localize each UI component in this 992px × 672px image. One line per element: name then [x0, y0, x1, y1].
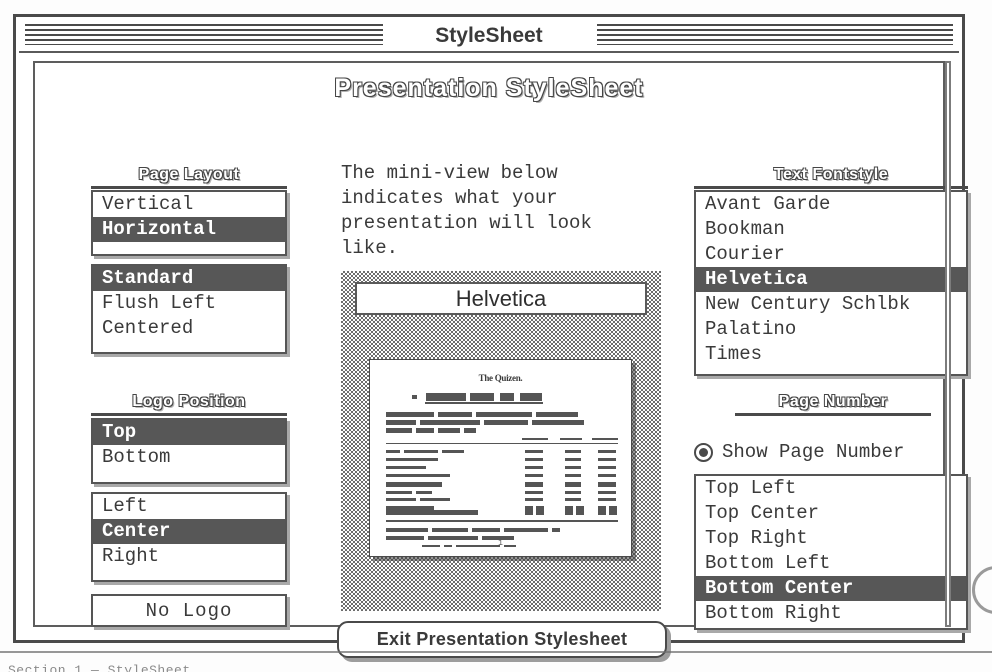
list-item[interactable]: Bookman [696, 217, 966, 242]
section-header-page-layout: Page Layout [91, 166, 287, 189]
list-item[interactable]: New Century Schlbk [696, 292, 966, 317]
section-header-page-number: Page Number [735, 393, 931, 416]
font-sample-label: Helvetica [355, 282, 647, 315]
list-item[interactable]: Helvetica [696, 267, 966, 292]
list-item[interactable]: Right [93, 544, 285, 569]
list-item[interactable]: Bottom Right [696, 601, 966, 626]
dialog-content-frame: Presentation StyleSheet Page Layout Vert… [33, 61, 968, 658]
list-item[interactable]: Center [93, 519, 285, 544]
list-item[interactable]: Avant Garde [696, 192, 966, 217]
section-header-logo-position: Logo Position [91, 393, 287, 416]
list-item[interactable]: Palatino [696, 317, 966, 342]
window-titlebar[interactable]: StyleSheet [19, 20, 959, 53]
list-item[interactable]: Courier [696, 242, 966, 267]
list-item[interactable]: Vertical [93, 192, 285, 217]
logo-position-vertical-list[interactable]: Top Bottom [91, 418, 287, 484]
page-footer-caption: Section 1 — StyleSheet [8, 663, 191, 672]
no-logo-button[interactable]: No Logo [91, 594, 287, 627]
page-footer-rule [0, 651, 992, 653]
page-title: Presentation StyleSheet [334, 74, 644, 102]
window-title: StyleSheet [19, 20, 959, 51]
list-item[interactable]: Top Right [696, 526, 966, 551]
list-item[interactable]: Left [93, 494, 285, 519]
instructions-text: The mini-view below indicates what your … [341, 162, 592, 259]
list-item[interactable]: Top Left [696, 476, 966, 501]
content-scrollbar[interactable] [945, 61, 951, 627]
list-item[interactable]: Horizontal [93, 217, 285, 242]
list-item[interactable]: Top Center [696, 501, 966, 526]
scanned-page: StyleSheet Presentation StyleSheet Page … [0, 0, 992, 672]
mini-view-preview: Helvetica The Quizen. 1 [341, 271, 661, 611]
page-layout-orientation-list[interactable]: Vertical Horizontal [91, 190, 287, 256]
thumbnail-title: The Quizen. [478, 373, 523, 383]
show-page-number-label: Show Page Number [722, 441, 905, 463]
page-thumbnail: The Quizen. 1 [369, 359, 632, 557]
show-page-number-radio-row[interactable]: Show Page Number [694, 441, 904, 463]
stylesheet-window: StyleSheet Presentation StyleSheet Page … [13, 14, 968, 658]
list-item[interactable]: Bottom Left [696, 551, 966, 576]
list-item[interactable]: Times [696, 342, 966, 367]
page-number-position-list[interactable]: Top Left Top Center Top Right Bottom Lef… [694, 474, 968, 630]
list-item[interactable]: Bottom Center [696, 576, 966, 601]
list-item[interactable]: Top [93, 420, 285, 445]
list-item[interactable]: Standard [93, 266, 285, 291]
list-item[interactable]: Centered [93, 316, 285, 341]
thumbnail-page-number: 1 [498, 539, 503, 548]
page-layout-alignment-list[interactable]: Standard Flush Left Centered [91, 264, 287, 354]
radio-button-icon[interactable] [694, 442, 713, 462]
page-edge-artifact [972, 566, 992, 614]
section-header-text-fontstyle: Text Fontstyle [694, 166, 968, 189]
text-fontstyle-list[interactable]: Avant Garde Bookman Courier Helvetica Ne… [694, 190, 968, 376]
list-item[interactable]: Flush Left [93, 291, 285, 316]
logo-position-horizontal-list[interactable]: Left Center Right [91, 492, 287, 582]
list-item[interactable]: Bottom [93, 445, 285, 470]
window-title-text: StyleSheet [421, 23, 557, 48]
